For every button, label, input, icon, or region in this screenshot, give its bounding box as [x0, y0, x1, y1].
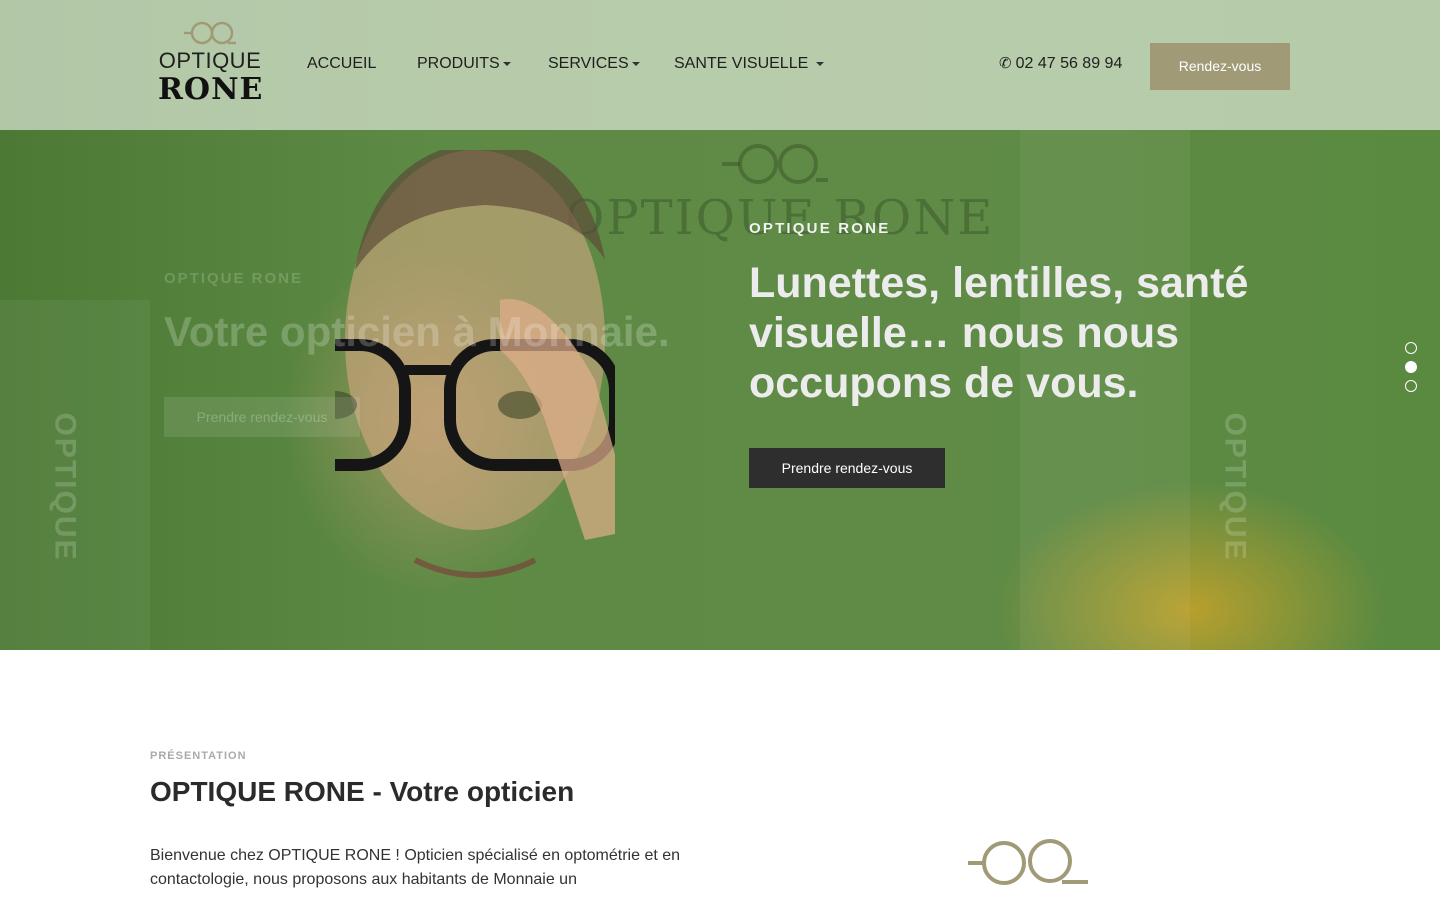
- previous-slide-eyebrow: OPTIQUE RONE: [164, 270, 304, 287]
- slider-dot-2[interactable]: [1405, 361, 1417, 373]
- slider-dot-3[interactable]: [1405, 380, 1417, 392]
- phone-number: 02 47 56 89 94: [1015, 55, 1123, 72]
- slider-pagination: [1405, 342, 1417, 399]
- background-side-text: OPTIQUE: [1218, 412, 1252, 562]
- logo-rings-icon: [184, 21, 236, 45]
- chevron-down-icon: [502, 61, 511, 66]
- logo-text-bottom: RONE: [158, 72, 264, 107]
- nav-label: SANTE VISUELLE: [674, 55, 809, 72]
- slide-eyebrow: OPTIQUE RONE: [749, 220, 891, 237]
- section-text: Bienvenue chez OPTIQUE RONE ! Opticien s…: [150, 847, 681, 888]
- nav-label: ACCUEIL: [307, 55, 377, 72]
- previous-slide-title: Votre opticien à Monnaie.: [164, 308, 670, 355]
- slide-title: Lunettes, lentilles, santé visuelle… nou…: [749, 259, 1249, 407]
- logo-rings-icon: [968, 839, 1088, 885]
- nav-label: PRODUITS: [417, 55, 500, 72]
- slider-dot-1[interactable]: [1405, 342, 1417, 354]
- nav-label: SERVICES: [548, 55, 629, 72]
- section-title: OPTIQUE RONE - Votre opticien: [150, 776, 575, 807]
- site-header: OPTIQUE RONE ACCUEIL PRODUITS SERVICES S…: [0, 0, 1440, 130]
- site-logo[interactable]: OPTIQUE RONE: [158, 20, 262, 110]
- section-eyebrow: PRÉSENTATION: [150, 750, 247, 762]
- nav-item-produits[interactable]: PRODUITS: [417, 55, 511, 73]
- background-side-text: OPTIQUE: [48, 412, 82, 562]
- appointment-button[interactable]: Rendez-vous: [1150, 43, 1290, 90]
- phone-icon: ✆: [999, 55, 1012, 72]
- book-appointment-button[interactable]: Prendre rendez-vous: [749, 448, 945, 488]
- nav-item-sante-visuelle[interactable]: SANTE VISUELLE: [674, 55, 824, 73]
- chevron-down-icon: [815, 61, 824, 66]
- person-with-glasses-image: [335, 150, 615, 578]
- chevron-down-icon: [631, 61, 640, 66]
- previous-slide-button: Prendre rendez-vous: [164, 397, 360, 437]
- nav-item-accueil[interactable]: ACCUEIL: [307, 55, 376, 73]
- background-rings-icon: [722, 144, 828, 184]
- nav-item-services[interactable]: SERVICES: [548, 55, 640, 73]
- phone-link[interactable]: ✆ 02 47 56 89 94: [999, 54, 1122, 73]
- logo-text-top: OPTIQUE: [158, 48, 262, 73]
